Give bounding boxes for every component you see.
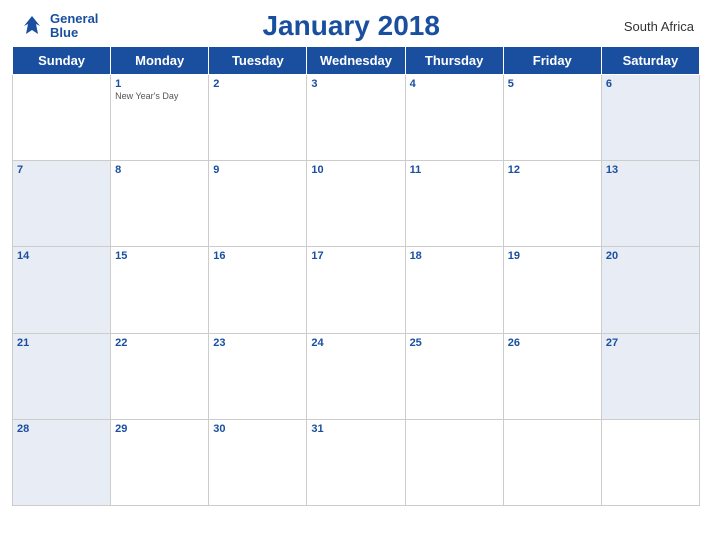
calendar-body: 1New Year's Day2345678910111213141516171… — [13, 75, 700, 506]
day-cell — [405, 419, 503, 505]
day-cell: 7 — [13, 161, 111, 247]
day-cell: 13 — [601, 161, 699, 247]
day-number: 15 — [115, 250, 204, 262]
day-cell: 2 — [209, 75, 307, 161]
day-number: 13 — [606, 164, 695, 176]
day-number: 27 — [606, 337, 695, 349]
day-cell: 31 — [307, 419, 405, 505]
day-number: 22 — [115, 337, 204, 349]
day-number: 1 — [115, 78, 204, 90]
day-cell: 4 — [405, 75, 503, 161]
day-number: 14 — [17, 250, 106, 262]
day-header-saturday: Saturday — [601, 47, 699, 75]
day-cell: 8 — [111, 161, 209, 247]
day-number: 29 — [115, 423, 204, 435]
day-cell: 11 — [405, 161, 503, 247]
day-number: 8 — [115, 164, 204, 176]
day-cell: 18 — [405, 247, 503, 333]
day-number: 11 — [410, 164, 499, 176]
day-number: 26 — [508, 337, 597, 349]
day-number: 19 — [508, 250, 597, 262]
day-cell — [601, 419, 699, 505]
day-number: 24 — [311, 337, 400, 349]
day-cell — [13, 75, 111, 161]
week-row-1: 1New Year's Day 23456 — [13, 75, 700, 161]
day-cell: 25 — [405, 333, 503, 419]
logo-bird-icon — [18, 12, 46, 40]
day-header-monday: Monday — [111, 47, 209, 75]
day-number: 17 — [311, 250, 400, 262]
calendar-table: SundayMondayTuesdayWednesdayThursdayFrid… — [12, 46, 700, 506]
day-cell: 1New Year's Day — [111, 75, 209, 161]
day-number: 3 — [311, 78, 400, 90]
week-row-3: 14 15 16 17 18 19 20 — [13, 247, 700, 333]
day-number: 7 — [17, 164, 106, 176]
day-number: 9 — [213, 164, 302, 176]
day-cell: 29 — [111, 419, 209, 505]
week-row-5: 28 29 30 31 — [13, 419, 700, 505]
day-cell: 12 — [503, 161, 601, 247]
day-cell: 20 — [601, 247, 699, 333]
day-header-wednesday: Wednesday — [307, 47, 405, 75]
day-cell: 26 — [503, 333, 601, 419]
day-number: 12 — [508, 164, 597, 176]
day-cell: 24 — [307, 333, 405, 419]
day-cell: 27 — [601, 333, 699, 419]
day-number: 16 — [213, 250, 302, 262]
day-number: 30 — [213, 423, 302, 435]
day-header-sunday: Sunday — [13, 47, 111, 75]
day-header-tuesday: Tuesday — [209, 47, 307, 75]
week-row-2: 789 10 11 12 13 — [13, 161, 700, 247]
day-number: 23 — [213, 337, 302, 349]
day-number: 31 — [311, 423, 400, 435]
day-header-row: SundayMondayTuesdayWednesdayThursdayFrid… — [13, 47, 700, 75]
day-number: 28 — [17, 423, 106, 435]
day-number: 25 — [410, 337, 499, 349]
calendar-header: General Blue January 2018 South Africa — [0, 0, 712, 46]
day-number: 4 — [410, 78, 499, 90]
holiday-label: New Year's Day — [115, 91, 204, 101]
day-cell: 6 — [601, 75, 699, 161]
logo: General Blue — [18, 12, 98, 41]
day-number: 20 — [606, 250, 695, 262]
day-cell: 15 — [111, 247, 209, 333]
day-number: 6 — [606, 78, 695, 90]
day-cell: 21 — [13, 333, 111, 419]
day-cell: 23 — [209, 333, 307, 419]
country-label: South Africa — [604, 19, 694, 34]
day-cell: 17 — [307, 247, 405, 333]
day-cell: 30 — [209, 419, 307, 505]
calendar-title-block: January 2018 — [98, 10, 604, 42]
day-cell: 3 — [307, 75, 405, 161]
day-number: 5 — [508, 78, 597, 90]
day-number: 2 — [213, 78, 302, 90]
day-cell: 9 — [209, 161, 307, 247]
day-cell: 22 — [111, 333, 209, 419]
day-cell: 14 — [13, 247, 111, 333]
day-number: 18 — [410, 250, 499, 262]
day-cell: 5 — [503, 75, 601, 161]
day-header-thursday: Thursday — [405, 47, 503, 75]
day-cell: 28 — [13, 419, 111, 505]
day-cell: 19 — [503, 247, 601, 333]
calendar-grid: SundayMondayTuesdayWednesdayThursdayFrid… — [0, 46, 712, 550]
logo-text: General Blue — [50, 12, 98, 41]
day-header-friday: Friday — [503, 47, 601, 75]
day-number: 21 — [17, 337, 106, 349]
day-cell — [503, 419, 601, 505]
day-number: 10 — [311, 164, 400, 176]
week-row-4: 21 22 23 24 25 26 27 — [13, 333, 700, 419]
calendar-title: January 2018 — [262, 10, 439, 41]
day-cell: 16 — [209, 247, 307, 333]
day-cell: 10 — [307, 161, 405, 247]
